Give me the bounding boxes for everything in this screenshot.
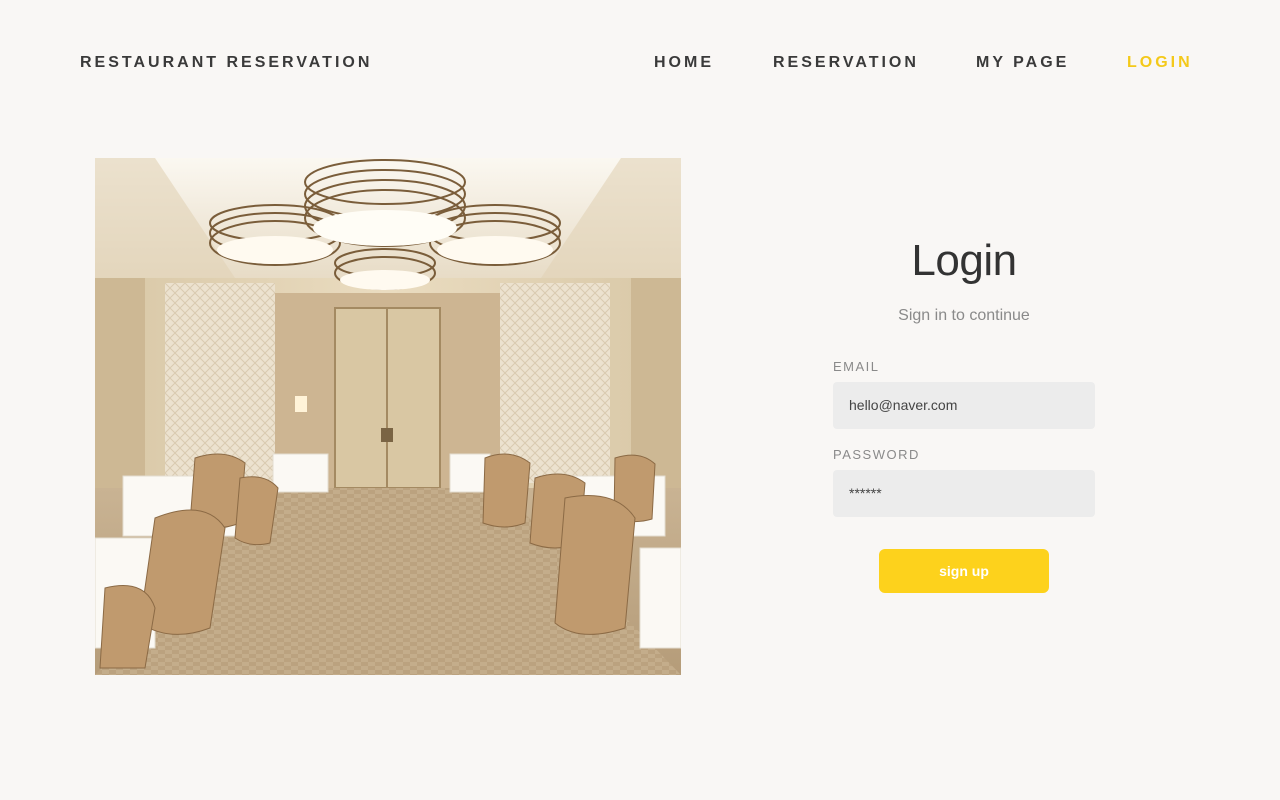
nav-home[interactable]: HOME [654,54,714,72]
page: RESTAURANT RESERVATION HOME RESERVATION … [0,0,1280,800]
login-subtitle: Sign in to continue [898,307,1030,324]
restaurant-interior-image [95,158,681,675]
main-nav: HOME RESERVATION MY PAGE LOGIN [0,54,1280,74]
email-label: EMAIL [833,359,880,374]
password-label: PASSWORD [833,447,920,462]
password-field[interactable]: ****** [833,470,1095,517]
email-field[interactable]: hello@naver.com [833,382,1095,429]
nav-my-page[interactable]: MY PAGE [976,54,1069,72]
nav-reservation[interactable]: RESERVATION [773,54,919,72]
login-title: Login [911,236,1017,285]
sign-up-button[interactable]: sign up [879,549,1049,593]
nav-login[interactable]: LOGIN [1127,54,1193,72]
